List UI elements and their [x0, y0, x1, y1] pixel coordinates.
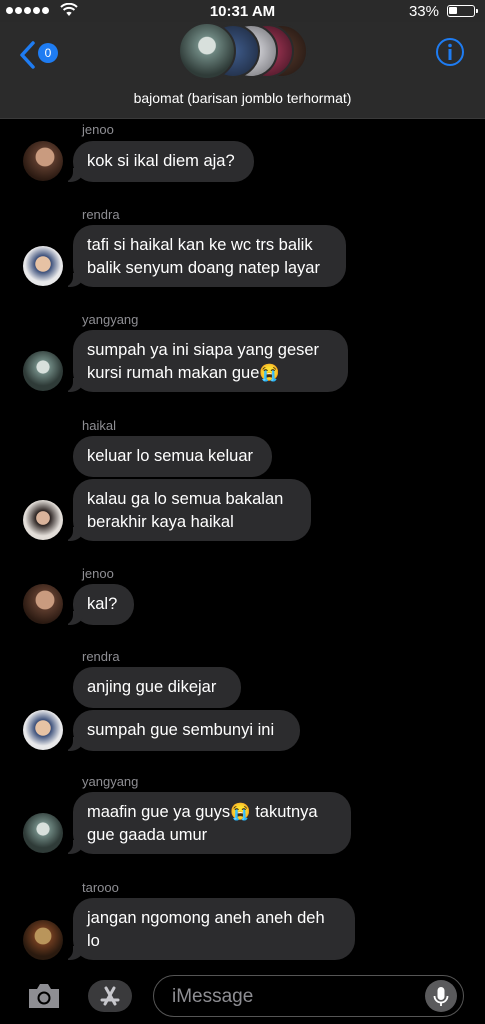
message-bubble[interactable]: sumpah gue sembunyi ini — [63, 710, 300, 751]
sender-name: jenoo — [82, 122, 114, 137]
avatar-yangyang[interactable] — [23, 351, 63, 391]
info-icon[interactable] — [435, 37, 465, 67]
app-store-icon — [100, 986, 120, 1006]
avatar-tarooo[interactable] — [23, 920, 63, 960]
back-button[interactable]: 0 — [18, 40, 62, 70]
microphone-icon — [433, 987, 449, 1006]
conversation-header: 0 bajomat (barisan jomblo terhormat) — [0, 22, 485, 119]
avatar-rendra[interactable] — [23, 246, 63, 286]
camera-icon[interactable] — [26, 981, 62, 1011]
group-avatar-photo — [178, 22, 236, 80]
message-bubble[interactable]: keluar lo semua keluar — [73, 436, 272, 477]
message-bubble[interactable]: tafi si haikal kan ke wc trs balik balik… — [63, 225, 346, 287]
message-input-placeholder: iMessage — [172, 986, 254, 1007]
avatar-haikal[interactable] — [23, 500, 63, 540]
message-bubble[interactable]: kalau ga lo semua bakalan berakhir kaya … — [63, 479, 311, 541]
avatar-rendra[interactable] — [23, 710, 63, 750]
sender-name: rendra — [82, 207, 120, 222]
battery-percentage: 33% — [408, 3, 439, 20]
message-bubble[interactable]: jangan ngomong aneh aneh deh lo — [63, 898, 355, 960]
message-bubble[interactable]: kok si ikal diem aja? — [63, 141, 254, 182]
message-bubble[interactable]: maafin gue ya guys😭 takutnya gue gaada u… — [63, 792, 351, 854]
message-input[interactable]: iMessage — [153, 975, 464, 1017]
avatar-yangyang[interactable] — [23, 813, 63, 853]
sender-name: yangyang — [82, 774, 139, 789]
unread-badge: 0 — [38, 43, 58, 63]
avatar-jenoo[interactable] — [23, 584, 63, 624]
chevron-left-icon — [20, 41, 35, 69]
app-store-button[interactable] — [88, 980, 132, 1012]
sender-name: yangyang — [82, 312, 139, 327]
sender-name: jenoo — [82, 566, 114, 581]
message-bubble[interactable]: kal? — [63, 584, 134, 625]
group-avatar[interactable] — [178, 22, 308, 82]
message-bubble[interactable]: anjing gue dikejar — [73, 667, 241, 708]
sender-name: rendra — [82, 649, 120, 664]
status-bar: 10:31 AM 33% — [0, 0, 485, 22]
battery-icon — [447, 5, 478, 17]
message-bubble[interactable]: sumpah ya ini siapa yang geser kursi rum… — [63, 330, 348, 392]
group-name[interactable]: bajomat (barisan jomblo terhormat) — [0, 90, 485, 106]
avatar-jenoo[interactable] — [23, 141, 63, 181]
sender-name: haikal — [82, 418, 116, 433]
compose-bar: iMessage — [0, 966, 485, 1024]
microphone-button[interactable] — [425, 980, 457, 1012]
sender-name: tarooo — [82, 880, 119, 895]
